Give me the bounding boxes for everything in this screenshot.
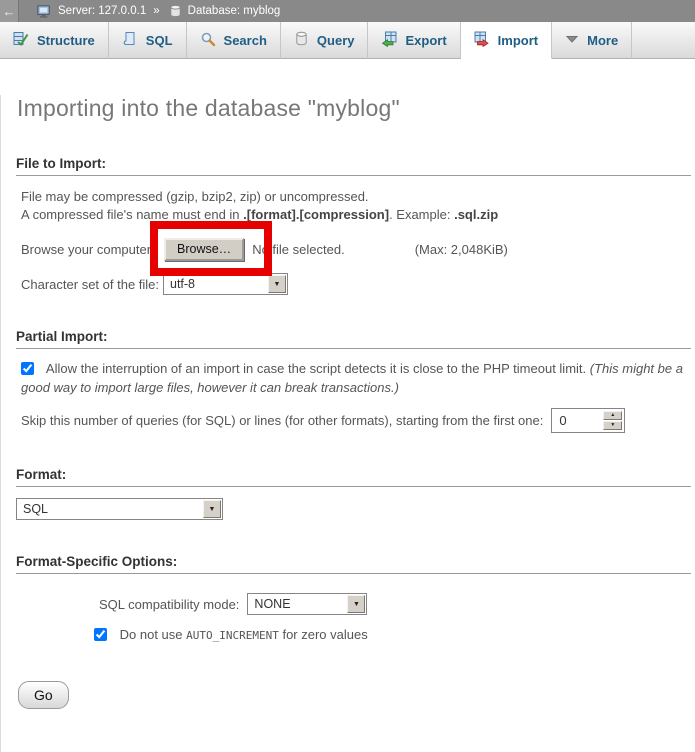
browse-label: Browse your computer: [17, 242, 164, 257]
tab-sql[interactable]: SQL [109, 22, 187, 59]
section-heading-file-to-import: File to Import: [16, 156, 691, 176]
auto-increment-label[interactable]: Do not use AUTO_INCREMENT for zero value… [94, 625, 687, 645]
dropdown-arrow-icon: ▼ [203, 500, 221, 518]
search-icon [200, 31, 216, 50]
tabbar-filler [632, 22, 695, 59]
allow-interrupt-label[interactable]: Allow the interruption of an import in c… [21, 359, 687, 397]
back-arrow-icon: ← [3, 4, 16, 19]
tab-label: Export [405, 33, 446, 48]
go-button[interactable]: Go [18, 681, 69, 709]
breadcrumb-database[interactable]: Database: myblog [188, 5, 281, 17]
charset-label: Character set of the file: [17, 277, 163, 292]
section-heading-format: Format: [16, 467, 691, 487]
browse-button[interactable]: Browse… [164, 238, 244, 261]
tab-search[interactable]: Search [187, 22, 281, 59]
breadcrumb-server[interactable]: Server: 127.0.0.1 [58, 5, 146, 17]
query-icon [294, 31, 309, 49]
tab-label: SQL [146, 33, 173, 48]
charset-selected-value: utf-8 [164, 274, 267, 294]
stepper-down-icon[interactable]: ▼ [603, 421, 622, 430]
section-heading-partial-import: Partial Import: [16, 329, 691, 349]
compression-info-line2: A compressed file's name must end in .[f… [21, 207, 687, 223]
tab-query[interactable]: Query [281, 22, 369, 59]
sql-icon [122, 31, 138, 50]
charset-select[interactable]: utf-8 ▼ [163, 273, 288, 295]
no-file-selected-text: No file selected. [252, 242, 345, 257]
skip-queries-row: Skip this number of queries (for SQL) or… [21, 408, 695, 433]
back-button[interactable]: ← [0, 0, 19, 22]
tab-export[interactable]: Export [368, 22, 460, 59]
dropdown-arrow-icon: ▼ [347, 595, 365, 613]
sql-compat-select[interactable]: NONE ▼ [247, 593, 367, 615]
skip-queries-stepper[interactable]: 0 ▲ ▼ [551, 408, 625, 433]
format-selected-value: SQL [17, 499, 202, 519]
section-heading-format-specific: Format-Specific Options: [16, 554, 691, 574]
tab-label: Structure [37, 33, 95, 48]
browse-file-row: Browse your computer: Browse… No file se… [17, 237, 695, 261]
page-title: Importing into the database "myblog" [17, 95, 695, 122]
stepper-up-icon[interactable]: ▲ [603, 411, 622, 420]
export-icon [381, 31, 397, 50]
tab-more[interactable]: More [552, 22, 632, 59]
tab-import[interactable]: Import [461, 22, 552, 59]
max-upload-size: (Max: 2,048KiB) [415, 242, 508, 257]
auto-increment-checkbox[interactable] [94, 628, 107, 641]
breadcrumb-separator: » [153, 5, 159, 17]
import-icon [474, 31, 490, 50]
database-icon [169, 4, 182, 18]
more-chevron-icon [565, 32, 579, 49]
compression-info-line1: File may be compressed (gzip, bzip2, zip… [21, 189, 687, 205]
sql-compat-row: SQL compatibility mode: NONE ▼ [99, 593, 695, 615]
server-icon [37, 4, 52, 19]
tab-bar: Structure SQL Search Query [0, 22, 695, 59]
tab-label: More [587, 33, 618, 48]
tab-label: Query [317, 33, 355, 48]
import-page: Importing into the database "myblog" Fil… [0, 95, 695, 752]
sql-compat-selected-value: NONE [248, 594, 346, 614]
charset-row: Character set of the file: utf-8 ▼ [17, 273, 695, 295]
sql-compat-label: SQL compatibility mode: [99, 597, 239, 612]
tab-label: Search [224, 33, 267, 48]
auto-increment-code: AUTO_INCREMENT [186, 629, 279, 642]
stepper-buttons: ▲ ▼ [601, 409, 624, 432]
format-row: SQL ▼ [16, 498, 695, 520]
format-select[interactable]: SQL ▼ [16, 498, 223, 520]
allow-interrupt-checkbox[interactable] [21, 362, 34, 375]
tab-label: Import [498, 33, 538, 48]
skip-queries-label: Skip this number of queries (for SQL) or… [21, 413, 543, 428]
structure-icon [13, 31, 29, 50]
skip-queries-value: 0 [552, 409, 601, 432]
breadcrumb-bar: ← Server: 127.0.0.1 » Database: myblog [0, 0, 695, 22]
dropdown-arrow-icon: ▼ [268, 275, 286, 293]
tab-structure[interactable]: Structure [0, 22, 109, 59]
